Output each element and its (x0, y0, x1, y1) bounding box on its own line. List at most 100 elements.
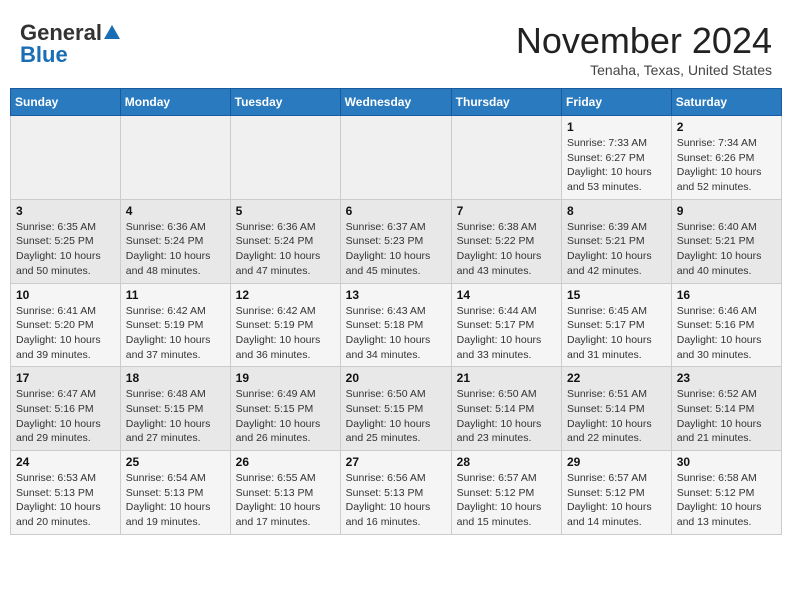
day-number: 4 (126, 204, 225, 218)
day-info: Sunrise: 6:58 AM Sunset: 5:12 PM Dayligh… (677, 471, 776, 530)
calendar-week-row: 10 Sunrise: 6:41 AM Sunset: 5:20 PM Dayli… (11, 283, 782, 367)
logo-blue-text: Blue (20, 42, 68, 68)
day-number: 9 (677, 204, 776, 218)
day-number: 24 (16, 455, 115, 469)
calendar-cell: 15Sunrise: 6:45 AM Sunset: 5:17 PM Dayli… (562, 283, 672, 367)
day-number: 28 (457, 455, 556, 469)
day-number: 2 (677, 120, 776, 134)
day-number: 19 (236, 371, 335, 385)
weekday-header-wednesday: Wednesday (340, 89, 451, 116)
day-number: 17 (16, 371, 115, 385)
calendar-cell: 28 Sunrise: 6:57 AM Sunset: 5:12 PM Dayli… (451, 451, 561, 535)
calendar-cell: 26 Sunrise: 6:55 AM Sunset: 5:13 PM Dayli… (230, 451, 340, 535)
calendar-cell (340, 116, 451, 200)
calendar-cell: 10 Sunrise: 6:41 AM Sunset: 5:20 PM Dayli… (11, 283, 121, 367)
day-info: Sunrise: 6:43 AM Sunset: 5:18 PM Dayligh… (346, 304, 446, 363)
day-info: Sunrise: 6:39 AM Sunset: 5:21 PM Dayligh… (567, 220, 666, 279)
calendar-cell: 19Sunrise: 6:49 AM Sunset: 5:15 PM Dayli… (230, 367, 340, 451)
day-info: Sunrise: 6:42 AM Sunset: 5:19 PM Dayligh… (236, 304, 335, 363)
calendar-cell: 27 Sunrise: 6:56 AM Sunset: 5:13 PM Dayli… (340, 451, 451, 535)
day-info: Sunrise: 6:47 AM Sunset: 5:16 PM Dayligh… (16, 387, 115, 446)
day-info: Sunrise: 6:53 AM Sunset: 5:13 PM Dayligh… (16, 471, 115, 530)
calendar-cell (11, 116, 121, 200)
calendar-week-row: 17 Sunrise: 6:47 AM Sunset: 5:16 PM Dayli… (11, 367, 782, 451)
weekday-header-thursday: Thursday (451, 89, 561, 116)
weekday-header-friday: Friday (562, 89, 672, 116)
calendar-cell: 14Sunrise: 6:44 AM Sunset: 5:17 PM Dayli… (451, 283, 561, 367)
day-number: 22 (567, 371, 666, 385)
day-number: 18 (126, 371, 225, 385)
day-number: 29 (567, 455, 666, 469)
day-info: Sunrise: 7:34 AM Sunset: 6:26 PM Dayligh… (677, 136, 776, 195)
calendar-cell: 1 Sunrise: 7:33 AM Sunset: 6:27 PM Daylig… (562, 116, 672, 200)
calendar-cell: 22 Sunrise: 6:51 AM Sunset: 5:14 PM Dayli… (562, 367, 672, 451)
calendar-cell: 21Sunrise: 6:50 AM Sunset: 5:14 PM Dayli… (451, 367, 561, 451)
day-info: Sunrise: 6:55 AM Sunset: 5:13 PM Dayligh… (236, 471, 335, 530)
day-number: 6 (346, 204, 446, 218)
day-number: 7 (457, 204, 556, 218)
calendar-cell: 16 Sunrise: 6:46 AM Sunset: 5:16 PM Dayli… (671, 283, 781, 367)
day-info: Sunrise: 6:48 AM Sunset: 5:15 PM Dayligh… (126, 387, 225, 446)
calendar-cell: 9 Sunrise: 6:40 AM Sunset: 5:21 PM Daylig… (671, 199, 781, 283)
day-number: 20 (346, 371, 446, 385)
day-number: 8 (567, 204, 666, 218)
day-info: Sunrise: 6:41 AM Sunset: 5:20 PM Dayligh… (16, 304, 115, 363)
calendar-cell: 7 Sunrise: 6:38 AM Sunset: 5:22 PM Daylig… (451, 199, 561, 283)
day-info: Sunrise: 6:52 AM Sunset: 5:14 PM Dayligh… (677, 387, 776, 446)
day-number: 1 (567, 120, 666, 134)
day-info: Sunrise: 6:40 AM Sunset: 5:21 PM Dayligh… (677, 220, 776, 279)
calendar-week-row: 24 Sunrise: 6:53 AM Sunset: 5:13 PM Dayli… (11, 451, 782, 535)
day-number: 16 (677, 288, 776, 302)
day-info: Sunrise: 6:50 AM Sunset: 5:15 PM Dayligh… (346, 387, 446, 446)
weekday-header-sunday: Sunday (11, 89, 121, 116)
weekday-header-row: SundayMondayTuesdayWednesdayThursdayFrid… (11, 89, 782, 116)
day-info: Sunrise: 6:46 AM Sunset: 5:16 PM Dayligh… (677, 304, 776, 363)
day-info: Sunrise: 6:36 AM Sunset: 5:24 PM Dayligh… (236, 220, 335, 279)
page-header: General Blue November 2024 Tenaha, Texas… (10, 10, 782, 83)
calendar-cell: 29 Sunrise: 6:57 AM Sunset: 5:12 PM Dayli… (562, 451, 672, 535)
calendar-cell: 24 Sunrise: 6:53 AM Sunset: 5:13 PM Dayli… (11, 451, 121, 535)
day-number: 10 (16, 288, 115, 302)
day-info: Sunrise: 7:33 AM Sunset: 6:27 PM Dayligh… (567, 136, 666, 195)
day-info: Sunrise: 6:57 AM Sunset: 5:12 PM Dayligh… (457, 471, 556, 530)
calendar-cell: 12 Sunrise: 6:42 AM Sunset: 5:19 PM Dayli… (230, 283, 340, 367)
calendar-cell (120, 116, 230, 200)
calendar-cell: 5Sunrise: 6:36 AM Sunset: 5:24 PM Daylig… (230, 199, 340, 283)
day-info: Sunrise: 6:42 AM Sunset: 5:19 PM Dayligh… (126, 304, 225, 363)
calendar-cell: 20 Sunrise: 6:50 AM Sunset: 5:15 PM Dayli… (340, 367, 451, 451)
day-info: Sunrise: 6:44 AM Sunset: 5:17 PM Dayligh… (457, 304, 556, 363)
calendar-cell: 13Sunrise: 6:43 AM Sunset: 5:18 PM Dayli… (340, 283, 451, 367)
calendar-cell (230, 116, 340, 200)
day-number: 12 (236, 288, 335, 302)
calendar-cell: 2 Sunrise: 7:34 AM Sunset: 6:26 PM Daylig… (671, 116, 781, 200)
calendar-cell: 8 Sunrise: 6:39 AM Sunset: 5:21 PM Daylig… (562, 199, 672, 283)
calendar-cell: 23 Sunrise: 6:52 AM Sunset: 5:14 PM Dayli… (671, 367, 781, 451)
calendar-cell: 6 Sunrise: 6:37 AM Sunset: 5:23 PM Daylig… (340, 199, 451, 283)
day-info: Sunrise: 6:51 AM Sunset: 5:14 PM Dayligh… (567, 387, 666, 446)
logo-triangle-icon (104, 25, 120, 39)
weekday-header-saturday: Saturday (671, 89, 781, 116)
day-number: 11 (126, 288, 225, 302)
day-number: 27 (346, 455, 446, 469)
day-number: 30 (677, 455, 776, 469)
day-info: Sunrise: 6:36 AM Sunset: 5:24 PM Dayligh… (126, 220, 225, 279)
day-info: Sunrise: 6:37 AM Sunset: 5:23 PM Dayligh… (346, 220, 446, 279)
day-number: 26 (236, 455, 335, 469)
calendar-cell: 3Sunrise: 6:35 AM Sunset: 5:25 PM Daylig… (11, 199, 121, 283)
day-info: Sunrise: 6:35 AM Sunset: 5:25 PM Dayligh… (16, 220, 115, 279)
calendar-cell: 11 Sunrise: 6:42 AM Sunset: 5:19 PM Dayli… (120, 283, 230, 367)
weekday-header-tuesday: Tuesday (230, 89, 340, 116)
day-number: 23 (677, 371, 776, 385)
calendar-cell: 30 Sunrise: 6:58 AM Sunset: 5:12 PM Dayli… (671, 451, 781, 535)
calendar-cell: 4 Sunrise: 6:36 AM Sunset: 5:24 PM Daylig… (120, 199, 230, 283)
location-text: Tenaha, Texas, United States (516, 62, 772, 78)
day-info: Sunrise: 6:50 AM Sunset: 5:14 PM Dayligh… (457, 387, 556, 446)
title-block: November 2024 Tenaha, Texas, United Stat… (516, 20, 772, 78)
logo: General Blue (20, 20, 120, 68)
day-info: Sunrise: 6:56 AM Sunset: 5:13 PM Dayligh… (346, 471, 446, 530)
day-info: Sunrise: 6:57 AM Sunset: 5:12 PM Dayligh… (567, 471, 666, 530)
calendar-cell: 18 Sunrise: 6:48 AM Sunset: 5:15 PM Dayli… (120, 367, 230, 451)
day-number: 25 (126, 455, 225, 469)
day-info: Sunrise: 6:38 AM Sunset: 5:22 PM Dayligh… (457, 220, 556, 279)
month-title: November 2024 (516, 20, 772, 62)
